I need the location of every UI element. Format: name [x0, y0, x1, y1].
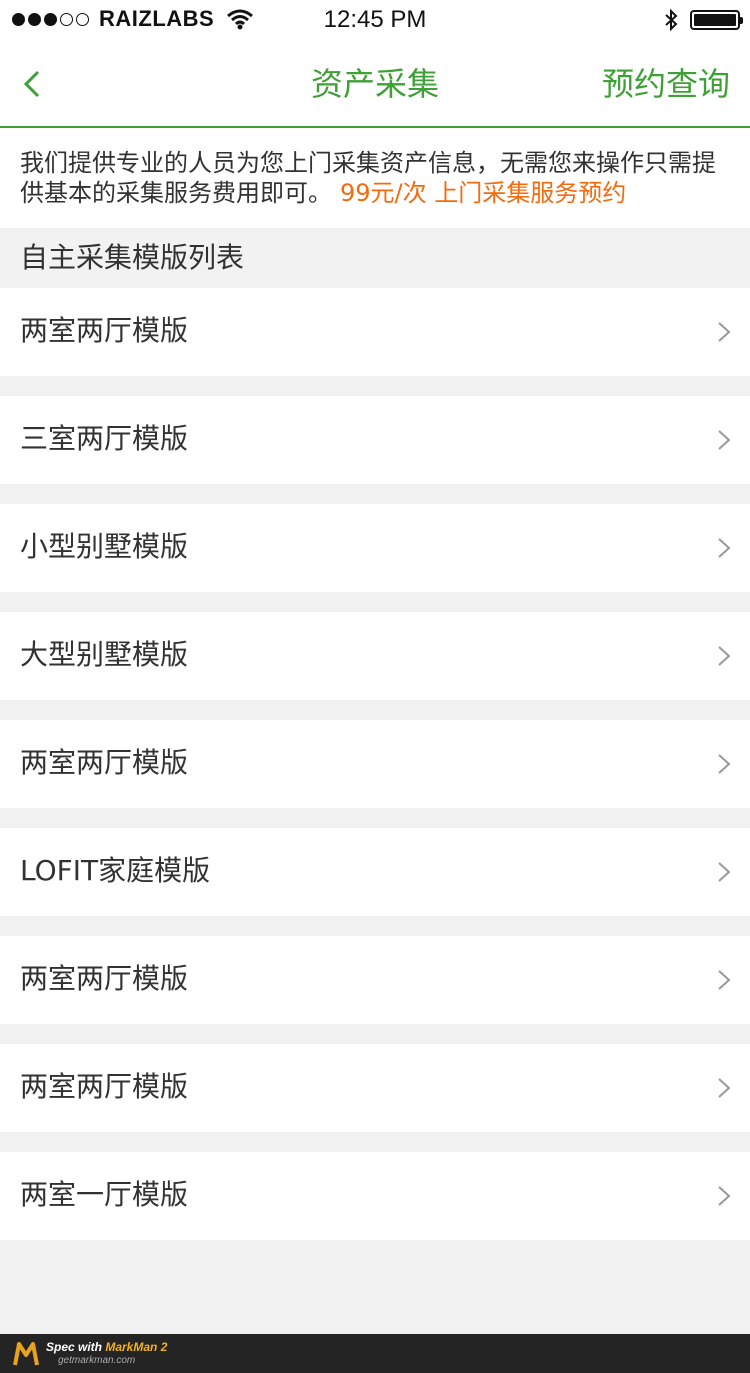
status-right: [664, 8, 743, 32]
chevron-right-icon: [718, 1078, 730, 1098]
intro-panel: 我们提供专业的人员为您上门采集资产信息，无需您来操作只需提供基本的采集服务费用即…: [0, 128, 750, 228]
markman-logo-icon: [13, 1342, 39, 1366]
chevron-right-icon: [718, 1186, 730, 1206]
markman-prefix: Spec with: [46, 1340, 106, 1354]
list-item[interactable]: 两室两厅模版: [0, 720, 750, 808]
chevron-right-icon: [718, 646, 730, 666]
list-item[interactable]: 两室两厅模版: [0, 936, 750, 1024]
section-title: 自主采集模版列表: [20, 241, 245, 274]
list-item-label: LOFIT家庭模版: [20, 854, 211, 887]
list-item[interactable]: 两室两厅模版: [0, 288, 750, 376]
markman-footer: Spec with MarkMan 2 getmarkman.com: [0, 1334, 750, 1373]
list-item[interactable]: 两室两厅模版: [0, 1044, 750, 1132]
chevron-right-icon: [718, 862, 730, 882]
list-item-label: 两室两厅模版: [20, 1070, 189, 1103]
service-booking-link[interactable]: 99元/次 上门采集服务预约: [340, 179, 626, 207]
list-item-label: 大型别墅模版: [20, 638, 189, 671]
battery-level: [694, 14, 736, 26]
markman-name: MarkMan 2: [105, 1340, 168, 1354]
list-item-label: 两室两厅模版: [20, 962, 189, 995]
status-bar: RAIZLABS 12:45 PM: [0, 0, 750, 40]
list-item-label: 小型别墅模版: [20, 530, 189, 563]
list-item[interactable]: LOFIT家庭模版: [0, 828, 750, 916]
status-time: 12:45 PM: [323, 6, 427, 33]
list-item[interactable]: 两室一厅模版: [0, 1152, 750, 1240]
nav-bar: 资产采集 预约查询: [0, 40, 750, 128]
chevron-right-icon: [718, 754, 730, 774]
list-item-label: 两室两厅模版: [20, 314, 189, 347]
list-item-label: 两室两厅模版: [20, 746, 189, 779]
chevron-right-icon: [718, 970, 730, 990]
list-item[interactable]: 小型别墅模版: [0, 504, 750, 592]
markman-site: getmarkman.com: [58, 1355, 136, 1366]
battery-icon: [690, 10, 743, 30]
bluetooth-icon: [665, 8, 678, 32]
list-item[interactable]: 大型别墅模版: [0, 612, 750, 700]
list-item[interactable]: 三室两厅模版: [0, 396, 750, 484]
chevron-right-icon: [718, 430, 730, 450]
markman-brand: Spec with MarkMan 2: [46, 1340, 167, 1354]
template-list: 两室两厅模版 三室两厅模版 小型别墅模版 大型别墅模版 两室两厅模版 LOFIT…: [0, 288, 750, 1260]
chevron-right-icon: [718, 322, 730, 342]
list-item-label: 三室两厅模版: [20, 422, 189, 455]
booking-query-button[interactable]: 预约查询: [602, 40, 730, 128]
list-item-label: 两室一厅模版: [20, 1178, 189, 1211]
chevron-right-icon: [718, 538, 730, 558]
